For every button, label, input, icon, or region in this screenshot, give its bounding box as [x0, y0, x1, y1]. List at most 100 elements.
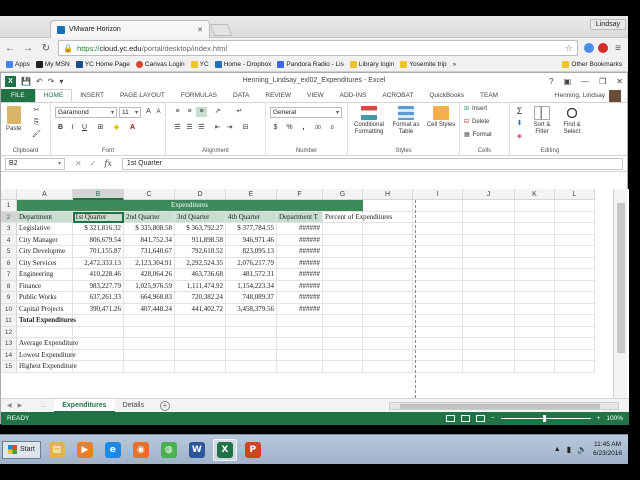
- grid-cell[interactable]: [515, 234, 555, 246]
- grid-cell[interactable]: [226, 361, 277, 373]
- tab-acrobat[interactable]: ACROBAT: [374, 89, 421, 102]
- taskbar-explorer-button[interactable]: ▤: [45, 439, 69, 461]
- grid-cell[interactable]: [175, 315, 226, 327]
- grid-cell[interactable]: [124, 315, 175, 327]
- grid-cell[interactable]: [413, 338, 463, 350]
- grid-cell[interactable]: [413, 246, 463, 258]
- grid-cell[interactable]: [124, 326, 175, 338]
- column-header-e[interactable]: E: [226, 189, 277, 200]
- grid-cell[interactable]: [363, 257, 413, 269]
- grid-cell[interactable]: [463, 303, 515, 315]
- grid-cell[interactable]: [323, 315, 363, 327]
- grid-cell[interactable]: [226, 338, 277, 350]
- grid-cell[interactable]: [515, 292, 555, 304]
- row-header-12[interactable]: 12: [1, 326, 17, 338]
- column-header-c[interactable]: C: [124, 189, 175, 200]
- grid-cell[interactable]: [363, 292, 413, 304]
- new-tab-button[interactable]: [209, 24, 233, 36]
- network-icon[interactable]: ▮: [567, 445, 571, 454]
- format-as-table-button[interactable]: Format as Table: [388, 106, 424, 135]
- grid-cell[interactable]: [555, 211, 595, 223]
- show-hidden-icons-icon[interactable]: ▲: [554, 446, 561, 453]
- grid-cell[interactable]: [463, 234, 515, 246]
- department-total-cell[interactable]: ######: [277, 269, 323, 281]
- row-header-2[interactable]: 2: [1, 211, 17, 223]
- grid-cell[interactable]: [463, 361, 515, 373]
- q2-cell[interactable]: 2,123,304.91: [124, 257, 175, 269]
- row-header-14[interactable]: 14: [1, 349, 17, 361]
- grid-cell[interactable]: [363, 200, 413, 212]
- borders-icon[interactable]: ⊞: [95, 123, 106, 133]
- underline-icon[interactable]: U: [79, 123, 90, 133]
- bookmark-item[interactable]: Library login: [349, 61, 394, 68]
- grid-cell[interactable]: [463, 257, 515, 269]
- page-layout-view-icon[interactable]: [460, 415, 470, 422]
- q2-cell[interactable]: 407,448.24: [124, 303, 175, 315]
- reload-icon[interactable]: ↻: [40, 43, 52, 54]
- help-icon[interactable]: ?: [549, 77, 553, 86]
- cut-icon[interactable]: ✂: [31, 106, 42, 116]
- tab-review[interactable]: REVIEW: [257, 89, 299, 102]
- zoom-in-icon[interactable]: +: [597, 415, 601, 422]
- percent-style-icon[interactable]: %: [284, 123, 295, 133]
- grid-cell[interactable]: [124, 361, 175, 373]
- grid-cell[interactable]: [555, 292, 595, 304]
- row-header-11[interactable]: 11: [1, 315, 17, 327]
- grid-cell[interactable]: [277, 349, 323, 361]
- column-header-a[interactable]: A: [17, 189, 73, 200]
- q4-cell[interactable]: $ 377,784.55: [226, 223, 277, 235]
- insert-function-icon[interactable]: fx: [104, 159, 111, 168]
- grid-cell[interactable]: [323, 338, 363, 350]
- taskbar-word-button[interactable]: W: [185, 439, 209, 461]
- bookmark-item[interactable]: Apps: [6, 61, 30, 68]
- q1-cell[interactable]: $ 321,816.32: [73, 223, 124, 235]
- grid-cell[interactable]: [463, 211, 515, 223]
- grid-cell[interactable]: [515, 361, 555, 373]
- department-cell[interactable]: Finance: [17, 280, 73, 292]
- grid-cell[interactable]: [463, 269, 515, 281]
- grid-cell[interactable]: [515, 315, 555, 327]
- grid-cell[interactable]: [515, 326, 555, 338]
- volume-icon[interactable]: 🔈: [577, 445, 587, 454]
- grid-cell[interactable]: [323, 269, 363, 281]
- tab-team[interactable]: TEAM: [472, 89, 506, 102]
- number-format-select[interactable]: General ▾: [270, 107, 342, 118]
- grid-cell[interactable]: [555, 280, 595, 292]
- department-cell[interactable]: Public Works: [17, 292, 73, 304]
- grid-cell[interactable]: [277, 361, 323, 373]
- align-bottom-icon[interactable]: ≡: [196, 107, 207, 117]
- grid-cell[interactable]: [323, 246, 363, 258]
- worksheet-grid[interactable]: ABCDEFGHIJKL 1 2 3 4 5 6 7 8 9 10 11 12 13 14 15 Expen…: [1, 189, 629, 398]
- q3-cell[interactable]: 720,382.24: [175, 292, 226, 304]
- q4-cell[interactable]: 481,572.31: [226, 269, 277, 281]
- bold-icon[interactable]: B: [55, 123, 66, 133]
- grid-cell[interactable]: [413, 303, 463, 315]
- q2-cell[interactable]: $ 335,808.58: [124, 223, 175, 235]
- grid-cell[interactable]: [323, 223, 363, 235]
- grid-cell[interactable]: [277, 338, 323, 350]
- q2-cell[interactable]: 428,064.26: [124, 269, 175, 281]
- other-bookmarks[interactable]: Other Bookmarks: [562, 61, 622, 68]
- grid-cell[interactable]: [363, 234, 413, 246]
- increase-decimal-icon[interactable]: .00: [312, 123, 323, 133]
- zoom-slider[interactable]: [500, 415, 591, 422]
- tab-home[interactable]: HOME: [34, 89, 73, 102]
- cell-styles-button[interactable]: Cell Styles: [426, 106, 456, 129]
- department-cell[interactable]: City Services: [17, 257, 73, 269]
- shrink-font-icon[interactable]: A: [153, 107, 164, 117]
- q3-cell[interactable]: 463,736.68: [175, 269, 226, 281]
- q3-cell[interactable]: $ 363,792.27: [175, 223, 226, 235]
- q2-cell[interactable]: 1,025,976.59: [124, 280, 175, 292]
- merge-center-icon[interactable]: ⊟: [240, 123, 251, 133]
- grid-cell[interactable]: [413, 269, 463, 281]
- bookmark-item[interactable]: Home - Dropbox: [214, 61, 271, 68]
- row-header-10[interactable]: 10: [1, 303, 17, 315]
- decrease-decimal-icon[interactable]: .0: [326, 123, 337, 133]
- grid-cell[interactable]: [413, 200, 463, 212]
- row-header-3[interactable]: 3: [1, 223, 17, 235]
- grid-cell[interactable]: [17, 326, 73, 338]
- q1-cell[interactable]: 390,471.26: [73, 303, 124, 315]
- grid-cell[interactable]: [323, 257, 363, 269]
- find-select-button[interactable]: Find & Select: [558, 106, 586, 135]
- align-left-icon[interactable]: ☰: [172, 123, 183, 133]
